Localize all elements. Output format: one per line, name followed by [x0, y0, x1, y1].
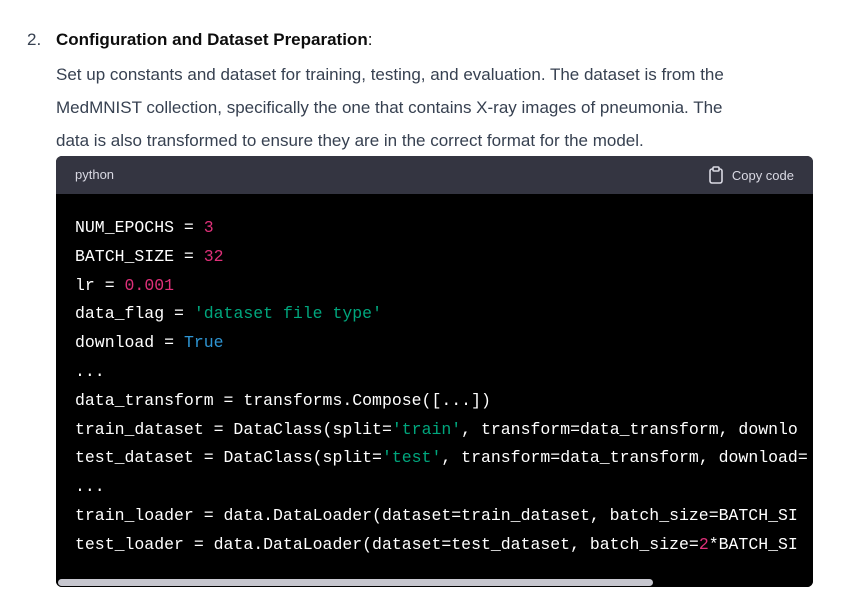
code-token: ... — [75, 477, 105, 497]
code-line: NUM_EPOCHS = 3 — [75, 214, 808, 243]
description-line: Set up constants and dataset for trainin… — [56, 65, 724, 84]
code-token: test_loader = data.DataLoader(dataset=te… — [75, 534, 699, 554]
code-token: 2 — [698, 534, 709, 554]
code-token: test_dataset = DataClass(split= — [75, 448, 382, 468]
code-lines: NUM_EPOCHS = 3 BATCH_SIZE = 32 lr = 0.001 d… — [75, 214, 808, 560]
code-block: python Copy code NUM_EPOCHS = 3 BATCH_SIZ… — [56, 156, 813, 587]
code-line: ... — [75, 473, 808, 502]
code-token: BATCH_SIZE — [75, 246, 184, 266]
horizontal-scrollbar[interactable] — [56, 578, 813, 587]
section-heading: Configuration and Dataset Preparation: — [56, 28, 372, 52]
code-token: *BATCH_SI — [708, 534, 798, 554]
code-line: test_loader = data.DataLoader(dataset=te… — [75, 531, 808, 560]
code-block-header: python Copy code — [56, 156, 813, 194]
code-token: , transform=data_transform, downlo — [461, 419, 798, 439]
code-line: ... — [75, 358, 808, 387]
code-token: = — [183, 246, 204, 266]
description-line: data is also transformed to ensure they … — [56, 131, 644, 150]
code-token: True — [183, 333, 224, 353]
code-token: ... — [75, 361, 105, 381]
code-token: 'dataset file type' — [193, 304, 382, 324]
code-line: train_dataset = DataClass(split='train',… — [75, 416, 808, 445]
list-number: 2. — [27, 30, 42, 49]
copy-code-label: Copy code — [731, 167, 794, 183]
code-token: train_dataset = DataClass(split= — [75, 419, 392, 439]
code-token: data_transform = transforms.Compose([...… — [75, 390, 491, 410]
code-token: download — [75, 333, 165, 353]
code-token: = — [164, 333, 184, 353]
copy-code-button[interactable]: Copy code — [708, 165, 794, 185]
code-token: 'test' — [381, 448, 442, 468]
code-token: train_loader = data.DataLoader(dataset=t… — [75, 505, 798, 525]
code-token: = — [183, 218, 204, 237]
code-token: 3 — [203, 218, 214, 237]
code-token: 32 — [203, 246, 224, 266]
code-token: = — [174, 304, 194, 324]
code-token: = — [104, 275, 125, 295]
code-token: 'train' — [391, 419, 462, 439]
code-line: BATCH_SIZE = 32 — [75, 243, 808, 272]
code-line: test_dataset = DataClass(split='test', t… — [75, 444, 808, 473]
code-line: download = True — [75, 329, 808, 358]
scrollbar-thumb[interactable] — [58, 579, 653, 586]
code-line: data_flag = 'dataset file type' — [75, 300, 808, 329]
section-heading-bold: Configuration and Dataset Preparation — [56, 30, 368, 49]
code-token: lr — [75, 275, 105, 295]
code-language-label: python — [75, 167, 115, 182]
code-line: data_transform = transforms.Compose([...… — [75, 387, 808, 416]
code-line: lr = 0.001 — [75, 272, 808, 301]
code-body: NUM_EPOCHS = 3 BATCH_SIZE = 32 lr = 0.001 d… — [56, 194, 813, 579]
code-line: train_loader = data.DataLoader(dataset=t… — [75, 502, 808, 531]
description-line: MedMNIST collection, specifically the on… — [56, 98, 723, 117]
code-token: , transform=data_transform, download= — [441, 448, 808, 468]
numbered-list-item: 2. Configuration and Dataset Preparation… — [0, 0, 858, 593]
code-token: data_flag — [75, 304, 175, 324]
code-token: 0.001 — [124, 275, 175, 295]
section-description: Set up constants and dataset for trainin… — [56, 58, 826, 157]
section-heading-colon: : — [367, 30, 373, 49]
clipboard-icon — [708, 166, 724, 184]
code-token: NUM_EPOCHS — [75, 218, 184, 237]
